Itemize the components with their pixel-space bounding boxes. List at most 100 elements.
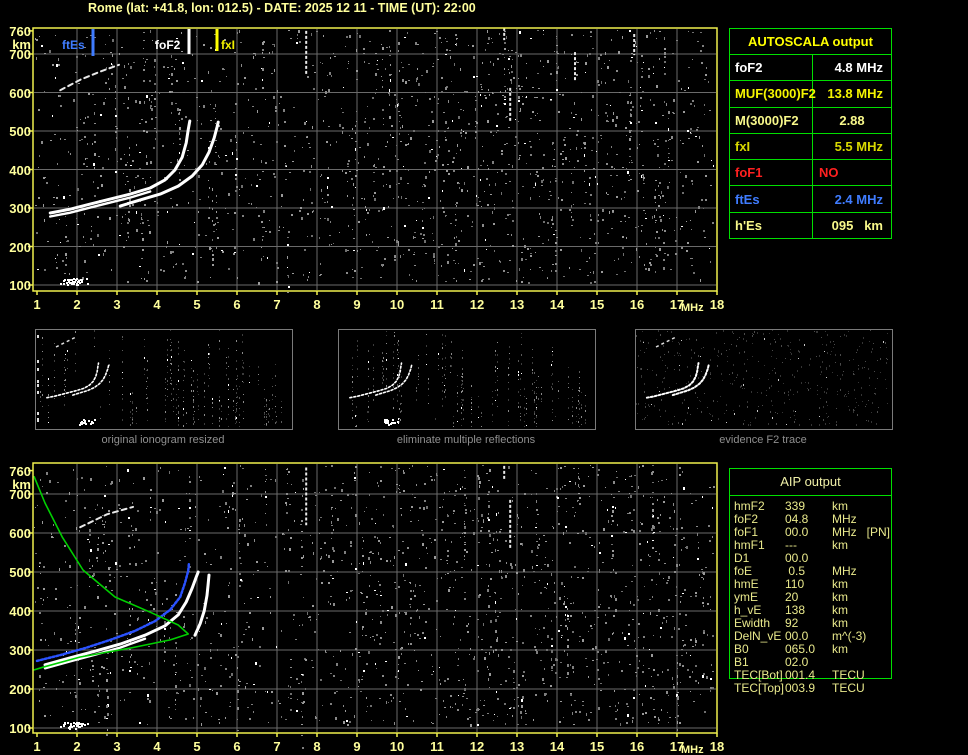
x-axis-tick-label: 14	[549, 739, 565, 754]
x-axis-tick-label: 15	[589, 297, 605, 312]
x-axis-tick-label: 6	[233, 297, 241, 312]
parameter-unit: TECU	[832, 681, 865, 695]
x-axis-tick-label: 2	[73, 297, 81, 312]
parameter-label: MUF(3000)F2	[730, 81, 816, 107]
y-axis-unit-label: km	[12, 36, 31, 52]
x-axis-tick-label: 10	[389, 297, 405, 312]
x-axis-tick-label: 1	[33, 739, 41, 754]
y-axis-tick-label: 100	[9, 278, 31, 293]
x-axis-tick-label: 18	[709, 739, 725, 754]
x-axis-tick-label: 13	[509, 297, 525, 312]
thumbnail-caption: eliminate multiple reflections	[396, 434, 536, 446]
y-axis-tick-label: 400	[9, 604, 31, 619]
x-axis-tick-label: 4	[153, 739, 161, 754]
thumbnail-caption: evidence F2 trace	[719, 434, 807, 446]
aip-output-table: AIP output hmF2 339 km foF2 04.8 MHz foF1 00.0 M…	[729, 468, 892, 695]
ionogram-canvas	[28, 462, 718, 749]
y-axis-tick-label: 300	[9, 643, 31, 658]
x-axis-tick-label: 12	[469, 297, 485, 312]
table-row: ftEs 2.4 MHz	[730, 186, 891, 213]
x-axis-unit-label: MHz	[681, 302, 704, 314]
ionogram-canvas	[28, 27, 718, 295]
thumbnail-original-ionogram	[35, 329, 293, 430]
x-axis-tick-label: 11	[430, 297, 444, 312]
x-axis-tick-label: 5	[193, 297, 201, 312]
parameter-label: fxI	[730, 133, 813, 160]
bottom-ionogram-plot: 1 2 3 4 5 6 7 8 9 10 11 12 13 14 15 16 17 18 MHz 760 700 600 5…	[9, 459, 725, 755]
x-axis-tick-label: 9	[353, 739, 361, 754]
x-axis-tick-label: 7	[273, 297, 281, 312]
parameter-unit: km	[832, 538, 848, 552]
parameter-value: 095 km	[831, 217, 883, 233]
y-axis-tick-label: 400	[9, 162, 31, 178]
autoscala-screen: Rome (lat: +41.8, lon: 012.5) - DATE: 20…	[0, 0, 968, 755]
legend-ftEs: ftEs	[62, 38, 85, 52]
table-row: MUF(3000)F2 13.8 MHz	[730, 81, 891, 108]
x-axis-tick-label: 16	[629, 297, 645, 312]
x-axis-tick-label: 18	[709, 297, 725, 312]
thumbnail-caption: original ionogram resized	[101, 434, 225, 446]
thumbnail-canvas	[37, 330, 282, 427]
y-axis-tick-label: 100	[9, 721, 31, 736]
parameter-value: 5.5 MHz	[834, 138, 883, 154]
table-row: M(3000)F2 2.88	[730, 107, 891, 134]
thumbnail-evidence-f2-trace	[635, 329, 893, 430]
x-axis-tick-label: 1	[33, 297, 41, 312]
table-row: fxI 5.5 MHz	[730, 133, 891, 161]
aip-table-header: AIP output	[730, 469, 891, 496]
parameter-label: foF1	[730, 160, 813, 186]
y-axis-unit-label: km	[12, 476, 31, 492]
x-axis-tick-label: 14	[549, 297, 565, 312]
x-axis-tick-label: 12	[469, 739, 485, 754]
table-row: h'Es 095 km	[730, 212, 891, 238]
x-axis-tick-label: 7	[273, 739, 281, 754]
x-axis-tick-label: 2	[73, 739, 81, 754]
table-row: TEC[Top] 003.9 TECU	[730, 682, 891, 695]
x-axis-tick-label: 16	[629, 739, 645, 754]
table-row: foF1 NO	[730, 160, 891, 187]
thumbnail-eliminate-reflections	[338, 329, 596, 430]
parameter-label: TEC[Top]	[734, 681, 785, 695]
autoscala-output-table: AUTOSCALA output foF2 4.8 MHz MUF(3000)F2 1…	[729, 28, 892, 239]
parameter-value: 13.8 MHz	[827, 86, 883, 102]
y-axis-tick-label: 300	[9, 201, 31, 216]
x-axis-unit-label: MHz	[681, 744, 704, 755]
thumbnail-canvas	[349, 331, 586, 427]
parameter-unit: km	[832, 642, 848, 656]
y-axis-tick-label: 200	[9, 682, 31, 697]
table-row: foF2 4.8 MHz	[730, 55, 891, 82]
x-axis-tick-label: 13	[509, 739, 525, 754]
page-title: Rome (lat: +41.8, lon: 012.5) - DATE: 20…	[88, 1, 476, 15]
parameter-value: NO	[819, 165, 839, 181]
legend-foF2: foF2	[155, 38, 181, 52]
thumbnail-canvas	[636, 330, 888, 426]
table-row: B0 065.0 km	[730, 643, 891, 656]
x-axis-tick-label: 11	[430, 739, 444, 754]
parameter-value: 003.9	[785, 681, 816, 695]
x-axis-tick-label: 6	[233, 739, 241, 754]
parameter-label: ftEs	[730, 186, 813, 212]
parameter-label: foF2	[730, 55, 813, 81]
y-axis-tick-label: 600	[9, 526, 31, 541]
x-axis-tick-label: 10	[389, 739, 405, 754]
legend-fxI: fxI	[221, 38, 236, 52]
parameter-value: 2.88	[839, 112, 865, 128]
x-axis-tick-label: 5	[193, 739, 201, 754]
parameter-value: 2.4 MHz	[834, 191, 883, 207]
table-row: hmF1 --- km	[730, 539, 891, 552]
x-axis-tick-label: 3	[113, 297, 121, 312]
top-ionogram-plot: ftEs foF2 fxI 1 2 3 4 5 6 7 8 9 10 11 12 13 14 15 16 17 18 MH…	[9, 24, 725, 314]
x-axis-tick-label: 8	[313, 297, 321, 312]
x-axis-tick-label: 9	[353, 297, 361, 312]
autoscala-table-header: AUTOSCALA output	[730, 29, 891, 55]
parameter-label: M(3000)F2	[730, 107, 813, 133]
y-axis-tick-label: 600	[9, 85, 31, 101]
x-axis-tick-label: 4	[153, 297, 161, 312]
x-axis-tick-label: 8	[313, 739, 321, 754]
x-axis-tick-label: 3	[113, 739, 121, 754]
table-row: D1 00.0	[730, 552, 891, 565]
aip-table-rows: hmF2 339 km foF2 04.8 MHz foF1 00.0 MHz [PN] hmF1…	[730, 500, 891, 695]
y-axis-tick-label: 200	[9, 239, 31, 255]
parameter-value: 4.8 MHz	[834, 60, 883, 76]
y-axis-tick-label: 500	[9, 124, 31, 139]
